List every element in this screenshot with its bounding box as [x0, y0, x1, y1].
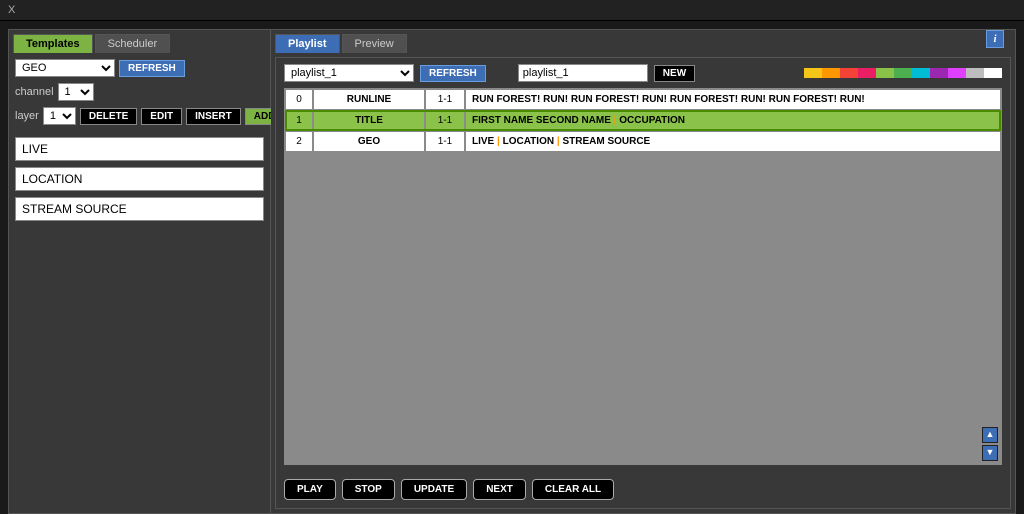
tab-playlist[interactable]: Playlist	[275, 34, 340, 53]
color-swatch[interactable]	[948, 68, 966, 78]
table-row[interactable]: 2GEO1-1LIVE | LOCATION | STREAM SOURCE	[286, 132, 1000, 151]
color-swatch[interactable]	[858, 68, 876, 78]
playlist-refresh-button[interactable]: REFRESH	[420, 65, 486, 82]
field-list	[9, 131, 270, 227]
delete-button[interactable]: DELETE	[80, 108, 137, 125]
playlist-name-input[interactable]	[518, 64, 648, 82]
arrow-up-icon[interactable]: ▲	[982, 427, 998, 443]
field-input-1[interactable]	[15, 167, 264, 191]
color-swatch[interactable]	[840, 68, 858, 78]
update-button[interactable]: UPDATE	[401, 479, 467, 500]
layer-row: layer 1 DELETE EDIT INSERT ADD	[9, 107, 270, 131]
channel-row: channel 1	[9, 83, 270, 107]
bottom-buttons: PLAY STOP UPDATE NEXT CLEAR ALL	[276, 471, 1010, 508]
template-select[interactable]: GEO	[15, 59, 115, 77]
color-swatch[interactable]	[984, 68, 1002, 78]
playlist-table: 0RUNLINE1-1RUN FOREST! RUN! RUN FOREST! …	[284, 88, 1002, 153]
row-content: LIVE | LOCATION | STREAM SOURCE	[466, 132, 1000, 151]
left-tab-row: Templates Scheduler	[9, 30, 270, 53]
right-tab-row: Playlist Preview	[271, 30, 1015, 53]
layer-label: layer	[15, 110, 39, 122]
color-swatch[interactable]	[966, 68, 984, 78]
left-panel: Templates Scheduler GEO REFRESH channel …	[9, 30, 271, 513]
play-button[interactable]: PLAY	[284, 479, 336, 500]
template-select-row: GEO REFRESH	[9, 53, 270, 83]
color-swatch[interactable]	[912, 68, 930, 78]
row-index: 0	[286, 90, 312, 109]
color-swatch[interactable]	[930, 68, 948, 78]
color-swatches	[804, 68, 1002, 78]
tab-scheduler[interactable]: Scheduler	[95, 34, 171, 53]
right-panel: Playlist Preview i playlist_1 REFRESH NE…	[271, 30, 1015, 513]
info-icon[interactable]: i	[986, 30, 1004, 48]
color-swatch[interactable]	[822, 68, 840, 78]
row-type: TITLE	[314, 111, 424, 130]
channel-label: channel	[15, 86, 54, 98]
row-content: FIRST NAME SECOND NAME | OCCUPATION	[466, 111, 1000, 130]
edit-button[interactable]: EDIT	[141, 108, 182, 125]
color-swatch[interactable]	[894, 68, 912, 78]
row-content: RUN FOREST! RUN! RUN FOREST! RUN! RUN FO…	[466, 90, 1000, 109]
tab-preview[interactable]: Preview	[342, 34, 407, 53]
row-channel: 1-1	[426, 90, 464, 109]
arrow-down-icon[interactable]: ▼	[982, 445, 998, 461]
channel-select[interactable]: 1	[58, 83, 94, 101]
stop-button[interactable]: STOP	[342, 479, 395, 500]
row-type: GEO	[314, 132, 424, 151]
clear-all-button[interactable]: CLEAR ALL	[532, 479, 614, 500]
table-row[interactable]: 0RUNLINE1-1RUN FOREST! RUN! RUN FOREST! …	[286, 90, 1000, 109]
next-button[interactable]: NEXT	[473, 479, 526, 500]
playlist-area: 0RUNLINE1-1RUN FOREST! RUN! RUN FOREST! …	[284, 88, 1002, 465]
refresh-button[interactable]: REFRESH	[119, 60, 185, 77]
playlist-header: i playlist_1 REFRESH NEW	[276, 58, 1010, 88]
nav-arrows: ▲ ▼	[982, 427, 998, 461]
color-swatch[interactable]	[876, 68, 894, 78]
playlist-select[interactable]: playlist_1	[284, 64, 414, 82]
color-swatch[interactable]	[804, 68, 822, 78]
row-channel: 1-1	[426, 132, 464, 151]
field-input-2[interactable]	[15, 197, 264, 221]
layer-select[interactable]: 1	[43, 107, 76, 125]
row-type: RUNLINE	[314, 90, 424, 109]
field-input-0[interactable]	[15, 137, 264, 161]
window-title: X	[0, 0, 1024, 21]
main-frame: Templates Scheduler GEO REFRESH channel …	[8, 29, 1016, 514]
right-inner: i playlist_1 REFRESH NEW 0RUNLINE1-1RUN …	[275, 57, 1011, 509]
row-index: 2	[286, 132, 312, 151]
row-channel: 1-1	[426, 111, 464, 130]
new-button[interactable]: NEW	[654, 65, 695, 82]
table-row[interactable]: 1TITLE1-1FIRST NAME SECOND NAME | OCCUPA…	[286, 111, 1000, 130]
row-index: 1	[286, 111, 312, 130]
tab-templates[interactable]: Templates	[13, 34, 93, 53]
insert-button[interactable]: INSERT	[186, 108, 241, 125]
